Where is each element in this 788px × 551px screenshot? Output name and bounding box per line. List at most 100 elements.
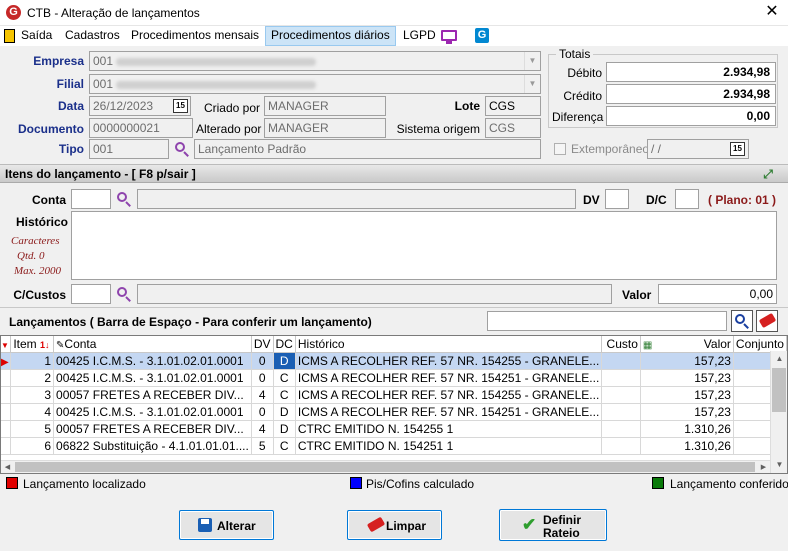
- tipo-description: Lançamento Padrão: [194, 139, 541, 159]
- table-row[interactable]: 5 00057 FRETES A RECEBER DIV... 4 D CTRC EMI…: [1, 420, 787, 438]
- extemporaneo-checkbox[interactable]: [554, 143, 566, 155]
- caracteres-label: Caracteres: [11, 235, 60, 247]
- ccustos-field[interactable]: [71, 284, 111, 304]
- cell-custo: [601, 437, 641, 455]
- g-app-icon[interactable]: G: [475, 28, 489, 43]
- cell-item: 4: [10, 403, 55, 421]
- cell-dc: D: [273, 403, 296, 421]
- dv-label: DV: [583, 193, 600, 207]
- monitor-icon[interactable]: [441, 30, 457, 41]
- horizontal-scrollbar[interactable]: ◀ ▶: [1, 460, 770, 473]
- table-row[interactable]: 4 00425 I.C.M.S. - 3.1.01.02.01.0001 0 D ICM…: [1, 403, 787, 421]
- dc-field[interactable]: [675, 189, 699, 209]
- cell-historico: ICMS A RECOLHER REF. 57 NR. 154255 - GRA…: [295, 352, 603, 370]
- calendar-icon[interactable]: 15: [173, 99, 188, 113]
- calendar-icon[interactable]: 15: [730, 142, 745, 156]
- search-icon[interactable]: [174, 141, 190, 157]
- scroll-down-icon[interactable]: ▼: [771, 457, 788, 473]
- search-icon[interactable]: [116, 191, 132, 207]
- documento-label: Documento: [18, 122, 84, 136]
- vertical-scrollbar[interactable]: ▲ ▼: [770, 351, 787, 473]
- alterar-button[interactable]: Alterar: [179, 510, 274, 540]
- conta-field[interactable]: [71, 189, 111, 209]
- cell-item: 6: [10, 437, 55, 455]
- credito-label: Crédito: [563, 89, 602, 103]
- empresa-select[interactable]: 001 ▼: [89, 51, 541, 71]
- lancamentos-grid: ▼ Item 1↓ ✎Conta DV DC Histórico Custo ▦…: [1, 336, 787, 455]
- historico-textarea[interactable]: [71, 211, 777, 280]
- cell-item: 1: [10, 352, 55, 370]
- definir-rateio-button[interactable]: ✔ Definir Rateio: [499, 509, 607, 541]
- window-title: CTB - Alteração de lançamentos: [27, 6, 200, 20]
- historico-label: Histórico: [16, 215, 69, 229]
- cell-dv: 0: [251, 352, 274, 370]
- menu-procedimentos-mensais[interactable]: Procedimentos mensais: [126, 26, 264, 46]
- lancamentos-table[interactable]: ▼ Item 1↓ ✎Conta DV DC Histórico Custo ▦…: [0, 335, 788, 474]
- cell-item: 2: [10, 369, 55, 387]
- cell-conta: 00425 I.C.M.S. - 3.1.01.02.01.0001: [53, 403, 252, 421]
- col-valor[interactable]: ▦ Valor: [640, 336, 734, 353]
- criado-label: Criado por: [203, 101, 260, 115]
- cell-valor: 157,23: [640, 352, 734, 370]
- eraser-icon: [758, 312, 777, 329]
- col-dc[interactable]: DC: [273, 336, 296, 353]
- checkmark-icon: ✔: [522, 515, 537, 534]
- menu-cadastros[interactable]: Cadastros: [60, 26, 125, 46]
- qtd-label: Qtd. 0: [17, 250, 45, 262]
- legend-conferido-swatch: [652, 477, 664, 489]
- col-historico[interactable]: Histórico: [295, 336, 603, 353]
- sistema-label: Sistema origem: [396, 122, 480, 136]
- search-icon[interactable]: [116, 286, 132, 302]
- table-row[interactable]: 2 00425 I.C.M.S. - 3.1.01.02.01.0001 0 C ICM…: [1, 369, 787, 387]
- cell-dc: D: [273, 352, 296, 370]
- menu-bar: Saída Cadastros Procedimentos mensais Pr…: [0, 26, 788, 46]
- lancamentos-search-input[interactable]: [487, 311, 727, 331]
- rateio-label: Rateio: [543, 526, 580, 540]
- table-row[interactable]: 6 06822 Substituição - 4.1.01.01.01.... 5 C…: [1, 437, 787, 455]
- col-custo[interactable]: Custo: [601, 336, 641, 353]
- expand-icon[interactable]: ⤢: [760, 167, 776, 182]
- legend-localizado-swatch: [6, 477, 18, 489]
- lote-field[interactable]: CGS: [485, 96, 541, 116]
- scroll-left-icon[interactable]: ◀: [1, 461, 14, 474]
- search-icon: [734, 313, 750, 329]
- col-conjunto[interactable]: Conjunto: [733, 336, 787, 353]
- dv-field[interactable]: [605, 189, 629, 209]
- limpar-button[interactable]: Limpar: [347, 510, 442, 540]
- menu-procedimentos-diarios[interactable]: Procedimentos diários: [265, 26, 396, 46]
- conta-description: [137, 189, 576, 209]
- scroll-up-icon[interactable]: ▲: [771, 351, 788, 367]
- cell-dc: C: [273, 437, 296, 455]
- tipo-field[interactable]: 001: [89, 139, 169, 159]
- criado-field: MANAGER: [264, 96, 386, 116]
- alterado-field: MANAGER: [264, 118, 386, 138]
- money-icon: ▦: [642, 339, 653, 351]
- chevron-down-icon: ▼: [524, 52, 540, 70]
- clear-search-button[interactable]: [756, 310, 778, 332]
- table-row[interactable]: 3 00057 FRETES A RECEBER DIV... 4 C ICMS A R…: [1, 386, 787, 404]
- col-dv[interactable]: DV: [251, 336, 274, 353]
- scroll-thumb[interactable]: [15, 462, 755, 472]
- cell-custo: [601, 386, 641, 404]
- documento-field[interactable]: 0000000021: [89, 118, 193, 138]
- itens-section-title: Itens do lançamento - [ F8 p/sair ]: [5, 167, 196, 181]
- cell-conta: 00057 FRETES A RECEBER DIV...: [53, 386, 252, 404]
- filial-select[interactable]: 001 ▼: [89, 74, 541, 94]
- scroll-thumb[interactable]: [772, 368, 786, 412]
- close-icon[interactable]: ✕: [762, 2, 782, 22]
- lancamentos-title: Lançamentos ( Barra de Espaço - Para con…: [9, 315, 372, 329]
- scroll-right-icon[interactable]: ▶: [757, 461, 770, 474]
- search-button[interactable]: [731, 310, 753, 332]
- filial-label: Filial: [56, 77, 84, 91]
- legend-piscofins-label: Pis/Cofins calculado: [366, 477, 475, 491]
- menu-lgpd[interactable]: LGPD: [398, 26, 441, 46]
- empresa-label: Empresa: [33, 54, 84, 68]
- col-item[interactable]: Item 1↓: [10, 336, 55, 353]
- col-conta[interactable]: ✎Conta: [53, 336, 252, 353]
- table-row[interactable]: ▶ 1 00425 I.C.M.S. - 3.1.01.02.01.0001 0 D IC…: [1, 352, 787, 370]
- totais-title: Totais: [556, 47, 594, 61]
- menu-saida[interactable]: Saída: [16, 26, 57, 46]
- valor-field[interactable]: 0,00: [658, 284, 777, 304]
- diferenca-label: Diferença: [552, 110, 604, 124]
- chevron-down-icon: ▼: [524, 75, 540, 93]
